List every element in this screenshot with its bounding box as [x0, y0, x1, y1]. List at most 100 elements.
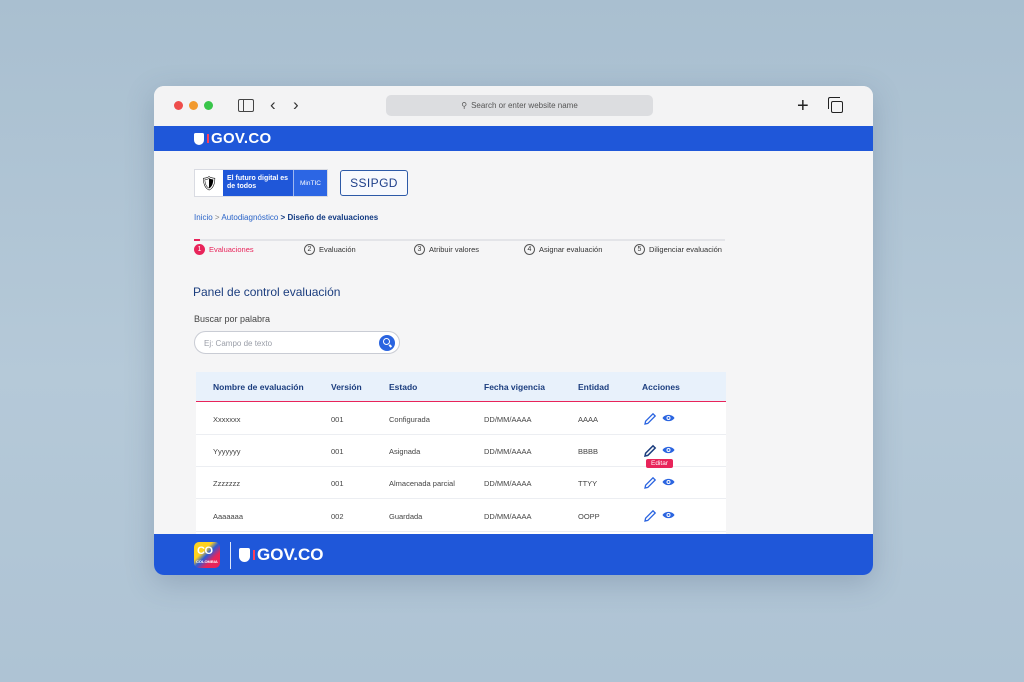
- breadcrumb-item-inicio[interactable]: Inicio: [194, 213, 213, 222]
- column-header-version: Versión: [331, 382, 362, 392]
- breadcrumb: Inicio > Autodiagnóstico > Diseño de eva…: [194, 213, 378, 222]
- page-title: Panel de control evaluación: [193, 285, 341, 299]
- step-label: Asignar evaluación: [539, 245, 603, 254]
- search-label: Buscar por palabra: [194, 314, 271, 324]
- cell-nombre: Aaaaaaa: [213, 512, 244, 521]
- breadcrumb-separator: >: [280, 213, 286, 222]
- step-label: Diligenciar evaluación: [649, 245, 722, 254]
- app-name-badge[interactable]: SSIPGD: [340, 170, 408, 196]
- table-row: Xxxxxxx 001 Configurada DD/MM/AAAA AAAA: [196, 403, 726, 435]
- cell-estado: Configurada: [389, 415, 430, 424]
- breadcrumb-current: Diseño de evaluaciones: [287, 213, 379, 222]
- edit-icon[interactable]: [642, 411, 658, 427]
- brand-entity: MinTIC: [293, 170, 327, 196]
- step-diligenciar-evaluacion[interactable]: 5 Diligenciar evaluación: [634, 244, 722, 255]
- footer-gov-logo-text: GOV.CO: [257, 545, 324, 564]
- step-number: 2: [304, 244, 315, 255]
- cell-version: 002: [331, 512, 344, 521]
- gov-logo-slash: [253, 550, 255, 560]
- address-bar[interactable]: ⚲ Search or enter website name: [386, 95, 653, 116]
- breadcrumb-item-autodiagnostico[interactable]: Autodiagnóstico: [221, 213, 278, 222]
- step-label: Evaluación: [319, 245, 356, 254]
- shield-icon: [194, 132, 204, 145]
- cell-estado: Asignada: [389, 447, 421, 456]
- step-asignar-evaluacion[interactable]: 4 Asignar evaluación: [524, 244, 602, 255]
- back-arrow-icon[interactable]: ‹: [270, 95, 276, 115]
- cell-fecha: DD/MM/AAAA: [484, 415, 532, 424]
- evaluations-table: Nombre de evaluación Versión Estado Fech…: [196, 372, 726, 534]
- search-field: [194, 331, 400, 354]
- escudo-icon: 🛡: [200, 174, 218, 191]
- cell-entidad: OOPP: [578, 512, 600, 521]
- minimize-window-button[interactable]: [189, 101, 198, 110]
- gov-logo-text: GOV.CO: [211, 130, 272, 147]
- page-content: 🛡 El futuro digital es de todos MinTIC S…: [154, 151, 873, 534]
- column-header-acciones: Acciones: [642, 382, 680, 392]
- step-label: Evaluaciones: [209, 245, 254, 254]
- search-input[interactable]: [204, 336, 364, 350]
- column-header-fecha: Fecha vigencia: [484, 382, 545, 392]
- stepper-track: [194, 239, 725, 241]
- gov-header-bar: GOV.CO: [154, 126, 873, 151]
- eye-icon[interactable]: [662, 477, 675, 487]
- table-row: Zzzzzzz 001 Almacenada parcial DD/MM/AAA…: [196, 467, 726, 499]
- step-number: 1: [194, 244, 205, 255]
- search-button[interactable]: [379, 335, 395, 351]
- gov-footer: CO COLOMBIA GOV.CO: [154, 534, 873, 575]
- footer-gov-logo[interactable]: GOV.CO: [239, 545, 323, 565]
- eye-icon[interactable]: [662, 413, 675, 423]
- column-header-nombre: Nombre de evaluación: [213, 382, 304, 392]
- co-colombia-logo[interactable]: CO COLOMBIA: [194, 542, 220, 568]
- plus-icon[interactable]: +: [797, 96, 809, 116]
- step-atribuir-valores[interactable]: 3 Atribuir valores: [414, 244, 479, 255]
- address-bar-placeholder: Search or enter website name: [471, 101, 578, 110]
- tabs-icon[interactable]: [828, 97, 843, 113]
- shield-icon: [239, 548, 250, 562]
- cell-version: 001: [331, 479, 344, 488]
- co-logo-text: CO: [197, 545, 213, 557]
- cell-estado: Almacenada parcial: [389, 479, 455, 488]
- cell-entidad: AAAA: [578, 415, 599, 424]
- eye-icon[interactable]: [662, 510, 675, 520]
- cell-fecha: DD/MM/AAAA: [484, 479, 532, 488]
- cell-entidad: TTYY: [578, 479, 598, 488]
- step-number: 4: [524, 244, 535, 255]
- stepper-progress: [194, 239, 200, 241]
- co-logo-subtext: COLOMBIA: [196, 559, 218, 564]
- cell-fecha: DD/MM/AAAA: [484, 512, 532, 521]
- table-header: Nombre de evaluación Versión Estado Fech…: [196, 372, 726, 402]
- cell-version: 001: [331, 415, 344, 424]
- step-number: 5: [634, 244, 645, 255]
- brand-tagline: El futuro digital es de todos: [223, 170, 293, 196]
- edit-icon[interactable]: [642, 443, 658, 459]
- mintic-brand: 🛡 El futuro digital es de todos MinTIC: [194, 169, 328, 197]
- footer-divider: [230, 542, 231, 569]
- step-label: Atribuir valores: [429, 245, 480, 254]
- step-evaluacion[interactable]: 2 Evaluación: [304, 244, 356, 255]
- step-evaluaciones[interactable]: 1 Evaluaciones: [194, 244, 254, 255]
- browser-window: ‹ › ⚲ Search or enter website name + GOV…: [154, 86, 873, 575]
- eye-icon[interactable]: [662, 445, 675, 455]
- column-header-estado: Estado: [389, 382, 418, 392]
- cell-nombre: Xxxxxxx: [213, 415, 241, 424]
- sidebar-icon[interactable]: [238, 99, 254, 112]
- search-icon: ⚲: [461, 101, 468, 110]
- cell-estado: Guardada: [389, 512, 423, 521]
- cell-nombre: Yyyyyyy: [213, 447, 241, 456]
- cell-fecha: DD/MM/AAAA: [484, 447, 532, 456]
- maximize-window-button[interactable]: [204, 101, 213, 110]
- edit-icon[interactable]: [642, 475, 658, 491]
- table-row: Yyyyyyy 001 Asignada DD/MM/AAAA BBBB Edi…: [196, 435, 726, 468]
- breadcrumb-separator: >: [214, 213, 220, 222]
- gov-logo-slash: [207, 134, 209, 143]
- close-window-button[interactable]: [174, 101, 183, 110]
- cell-version: 001: [331, 447, 344, 456]
- step-number: 3: [414, 244, 425, 255]
- edit-icon[interactable]: [642, 508, 658, 524]
- table-row: Aaaaaaa 002 Guardada DD/MM/AAAA OOPP: [196, 500, 726, 532]
- browser-toolbar: ‹ › ⚲ Search or enter website name +: [154, 86, 873, 126]
- forward-arrow-icon[interactable]: ›: [293, 95, 299, 115]
- cell-entidad: BBBB: [578, 447, 599, 456]
- gov-logo[interactable]: GOV.CO: [194, 130, 271, 147]
- cell-nombre: Zzzzzzz: [213, 479, 241, 488]
